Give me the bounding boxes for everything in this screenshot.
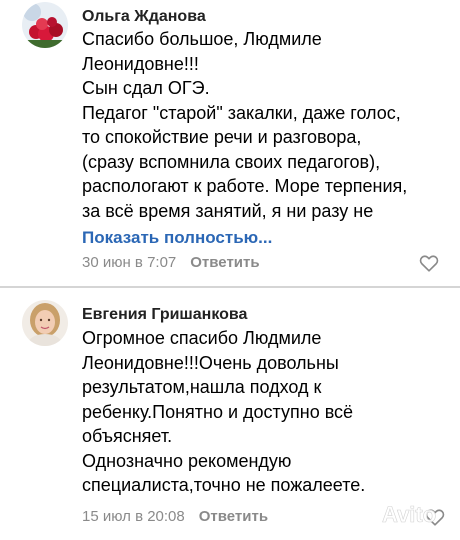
comment-text-line: Педагог "старой" закалки, даже голос,: [82, 102, 401, 123]
avito-watermark: Avito: [354, 496, 454, 530]
comment-text-line: Леонидовне!!!Очень довольны: [82, 352, 339, 373]
comment-text-line: Сын сдал ОГЭ.: [82, 78, 210, 98]
comment-olga: Ольга Жданова Спасибо большое, Людмиле Л…: [0, 0, 460, 282]
comment-meta: 30 июн в 7:07 Ответить: [82, 254, 260, 271]
reply-button[interactable]: Ответить: [190, 254, 259, 271]
watermark-text: Avito: [382, 502, 436, 527]
comment-text-line: объясняет.: [82, 426, 173, 446]
avatar[interactable]: [22, 300, 68, 346]
comment-text-line: специалиста,точно не пожалеете.: [82, 475, 366, 495]
comment-meta: 15 июл в 20:08 Ответить: [82, 508, 268, 525]
comment-text: Огромное спасибо Людмиле Леонидовне!!!Оч…: [82, 326, 452, 498]
comment-date: 15 июл в 20:08: [82, 508, 185, 525]
reply-button[interactable]: Ответить: [199, 508, 268, 525]
comment-text-line: Спасибо большое, Людмиле: [82, 29, 322, 49]
comment-text-line: за всё время занятий, я ни разу не: [82, 200, 374, 221]
comment-text-line: Однозначно рекомендую: [82, 450, 292, 471]
comment-text-line: распологают к работе. Море терпения,: [82, 176, 408, 196]
comment-text-line: ребенку.Понятно и доступно всё: [82, 401, 354, 422]
comment-text-line: Огромное спасибо Людмиле: [82, 328, 322, 348]
author-name[interactable]: Ольга Жданова: [82, 8, 206, 26]
comment-text: Спасибо большое, Людмиле Леонидовне!!! С…: [82, 27, 452, 223]
comment-text-line: результатом,нашла подход к: [82, 377, 322, 397]
heart-outline-icon[interactable]: [418, 252, 440, 274]
author-name[interactable]: Евгения Гришанкова: [82, 306, 247, 324]
avatar[interactable]: [22, 2, 68, 48]
comment-date: 30 июн в 7:07: [82, 254, 177, 271]
comment-text-line: (сразу вспомнила своих педагогов),: [82, 151, 381, 172]
comment-text-line: то спокойствие речи и разговора,: [82, 127, 362, 147]
comment-text-line: Леонидовне!!!: [82, 53, 199, 74]
show-more-link[interactable]: Показать полностью...: [82, 228, 272, 248]
comment-divider: [0, 286, 460, 288]
